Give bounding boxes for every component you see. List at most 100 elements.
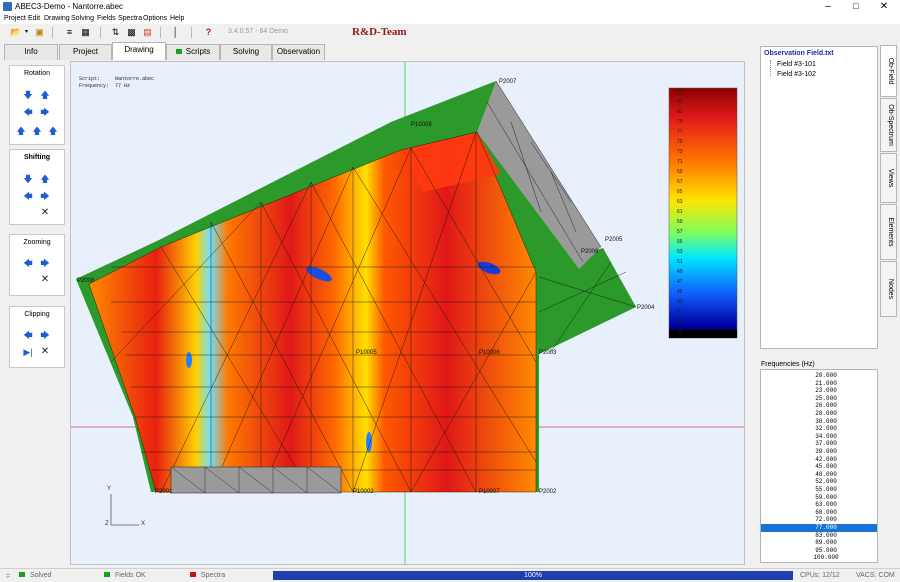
tab-project[interactable]: Project (59, 44, 112, 60)
colorbar-tick-label: 77 (677, 129, 683, 135)
rotation-title: Rotation (23, 70, 51, 77)
save-icon[interactable]: ▣ (34, 27, 45, 37)
clip-left-icon[interactable]: 🡄 (23, 330, 33, 340)
grid-icon[interactable]: ▦ (80, 27, 91, 37)
point-label: P2003 (539, 350, 557, 356)
frequency-item[interactable]: 100.000 (761, 554, 877, 562)
side-tab-bar: Ob-Field Ob-Spectrum Views Elements Node… (880, 45, 898, 317)
shift-right-icon[interactable]: 🡆 (40, 191, 50, 201)
tab-observation[interactable]: Observation (272, 44, 325, 60)
menu-help[interactable]: Help (170, 15, 184, 22)
menu-spectra[interactable]: Spectra (118, 15, 142, 22)
menu-edit[interactable]: Edit (28, 15, 40, 22)
progress-text: 100% (524, 572, 542, 579)
axis-triad (110, 494, 139, 526)
dropdown-arrow-icon[interactable]: ▾ (21, 27, 32, 37)
help-icon[interactable]: ? (203, 27, 214, 37)
colorbar-tick-label: 43 (677, 299, 683, 305)
progress-bar: 100% (273, 571, 793, 580)
zoom-reset-icon[interactable]: ✕ (40, 275, 50, 285)
field-item[interactable]: Field #3-101 (777, 61, 816, 68)
menu-drawing[interactable]: Drawing (44, 15, 70, 22)
colorbar-tick-label: 55 (677, 239, 683, 245)
menu-solving[interactable]: Solving (71, 15, 94, 22)
axis-x-label: X (141, 521, 146, 527)
sort-icon[interactable]: ⇅ (110, 27, 121, 37)
zoom-out-icon[interactable]: 🡄 (23, 258, 33, 268)
clip-right-icon[interactable]: 🡆 (40, 330, 50, 340)
colorbar-tick-label: 63 (677, 199, 683, 205)
tab-drawing[interactable]: Drawing (112, 42, 166, 60)
tab-bar: Info Project Drawing Scripts Solving Obs… (4, 42, 744, 60)
clip-toggle-icon[interactable]: ▶| (23, 347, 33, 357)
point-label: P2004 (637, 305, 655, 311)
version-label: 3.4.0.57 - 64 Demo (228, 28, 288, 35)
clipping-group: Clipping 🡄 🡆 ▶| ✕ (9, 306, 65, 368)
rotate-right-icon[interactable]: 🡆 (40, 107, 50, 117)
view-controls-panel: Rotation 🡇 🡅 🡄 🡆 🡅 🡅 🡅 Shifting 🡇 🡅 🡄 🡆 … (4, 60, 68, 564)
list-settings-icon[interactable]: ≡ (64, 27, 75, 37)
menu-options[interactable]: Options (143, 15, 167, 22)
open-folder-icon[interactable]: 📂 (10, 27, 21, 37)
shift-left-icon[interactable]: 🡄 (23, 191, 33, 201)
zooming-title: Zooming (23, 239, 51, 246)
shift-down-icon[interactable]: 🡇 (23, 174, 33, 184)
window-title: ABEC3-Demo - Nantorre.abec (15, 2, 124, 11)
menu-fields[interactable]: Fields (97, 15, 116, 22)
observation-tree[interactable]: Observation Field.txt Field #3-101 Field… (760, 46, 878, 349)
rotate-preset-3-icon[interactable]: 🡅 (48, 126, 58, 136)
shift-reset-icon[interactable]: ✕ (40, 208, 50, 218)
toolbar: 📂 ▾ ▣ ≡ ▦ ⇅ ▩ ▤ │ ? 3.4.0.57 - 64 Demo R… (0, 24, 755, 41)
frequency-list[interactable]: 20.000 21.000 23.000 25.000 26.000 28.000 30.0… (760, 369, 878, 563)
point-label: P10005 (356, 350, 377, 356)
observation-root[interactable]: Observation Field.txt (764, 50, 834, 57)
colorbar-tick-label: 85 (677, 89, 683, 95)
table-icon[interactable]: ▩ (126, 27, 137, 37)
shift-up-icon[interactable]: 🡅 (40, 174, 50, 184)
point-label: P2001 (155, 489, 173, 495)
point-label: P2002 (539, 489, 557, 495)
rotate-up-icon[interactable]: 🡅 (40, 90, 50, 100)
maximize-button[interactable]: □ (842, 0, 870, 14)
tab-info[interactable]: Info (4, 44, 58, 60)
rotate-preset-1-icon[interactable]: 🡅 (16, 126, 26, 136)
colorbar-tick-label: 39 (677, 319, 683, 325)
colorbar-tick-label: 71 (677, 159, 683, 165)
tab-ob-spectrum[interactable]: Ob-Spectrum (880, 98, 897, 152)
colorbar-tick-label: 79 (677, 119, 683, 125)
field-item[interactable]: Field #3-102 (777, 71, 816, 78)
tab-ob-field[interactable]: Ob-Field (880, 45, 897, 97)
ruler-icon[interactable]: │ (170, 27, 181, 37)
rotate-left-icon[interactable]: 🡄 (23, 107, 33, 117)
status-bar: ≑ Solved Fields OK Spectra 100% CPUs: 12… (0, 568, 900, 582)
tab-scripts[interactable]: Scripts (166, 44, 220, 60)
point-label: P2008 (77, 278, 95, 284)
clip-reset-icon[interactable]: ✕ (40, 347, 50, 357)
minimize-button[interactable]: – (814, 0, 842, 14)
menu-project[interactable]: Project (4, 15, 26, 22)
colorbar-tick-label: 45 (677, 289, 683, 295)
chart-icon[interactable]: ▤ (142, 27, 153, 37)
rotate-preset-2-icon[interactable]: 🡅 (32, 126, 42, 136)
colorbar-tick-label: 61 (677, 209, 683, 215)
point-label: P2006 (581, 249, 599, 255)
point-label: P10002 (353, 489, 374, 495)
colorbar-tick-label: 83 (677, 99, 683, 105)
zoom-in-icon[interactable]: 🡆 (40, 258, 50, 268)
colorbar-tick-label: 51 (677, 259, 683, 265)
tab-solving[interactable]: Solving (220, 44, 272, 60)
title-bar: ABEC3-Demo - Nantorre.abec – □ ✕ (0, 0, 900, 14)
vacs-label: VACS: COM (856, 572, 895, 579)
frequencies-label: Frequencies (Hz) (761, 361, 815, 368)
close-button[interactable]: ✕ (870, 0, 898, 14)
tab-views[interactable]: Views (880, 153, 897, 203)
colorbar-tick-label: 65 (677, 189, 683, 195)
drawing-canvas[interactable]: Script: Nantorre.abec Frequency: 77 Hz 8… (70, 61, 745, 565)
colorbar-tick-label: 75 (677, 139, 683, 145)
tab-elements[interactable]: Elements (880, 204, 897, 260)
colorbar-tick-label: 47 (677, 279, 683, 285)
rotate-down-icon[interactable]: 🡇 (23, 90, 33, 100)
colorbar-tick-label: 69 (677, 169, 683, 175)
colorbar-tick-label: 37 (677, 329, 683, 335)
tab-nodes[interactable]: Nodes (880, 261, 897, 317)
